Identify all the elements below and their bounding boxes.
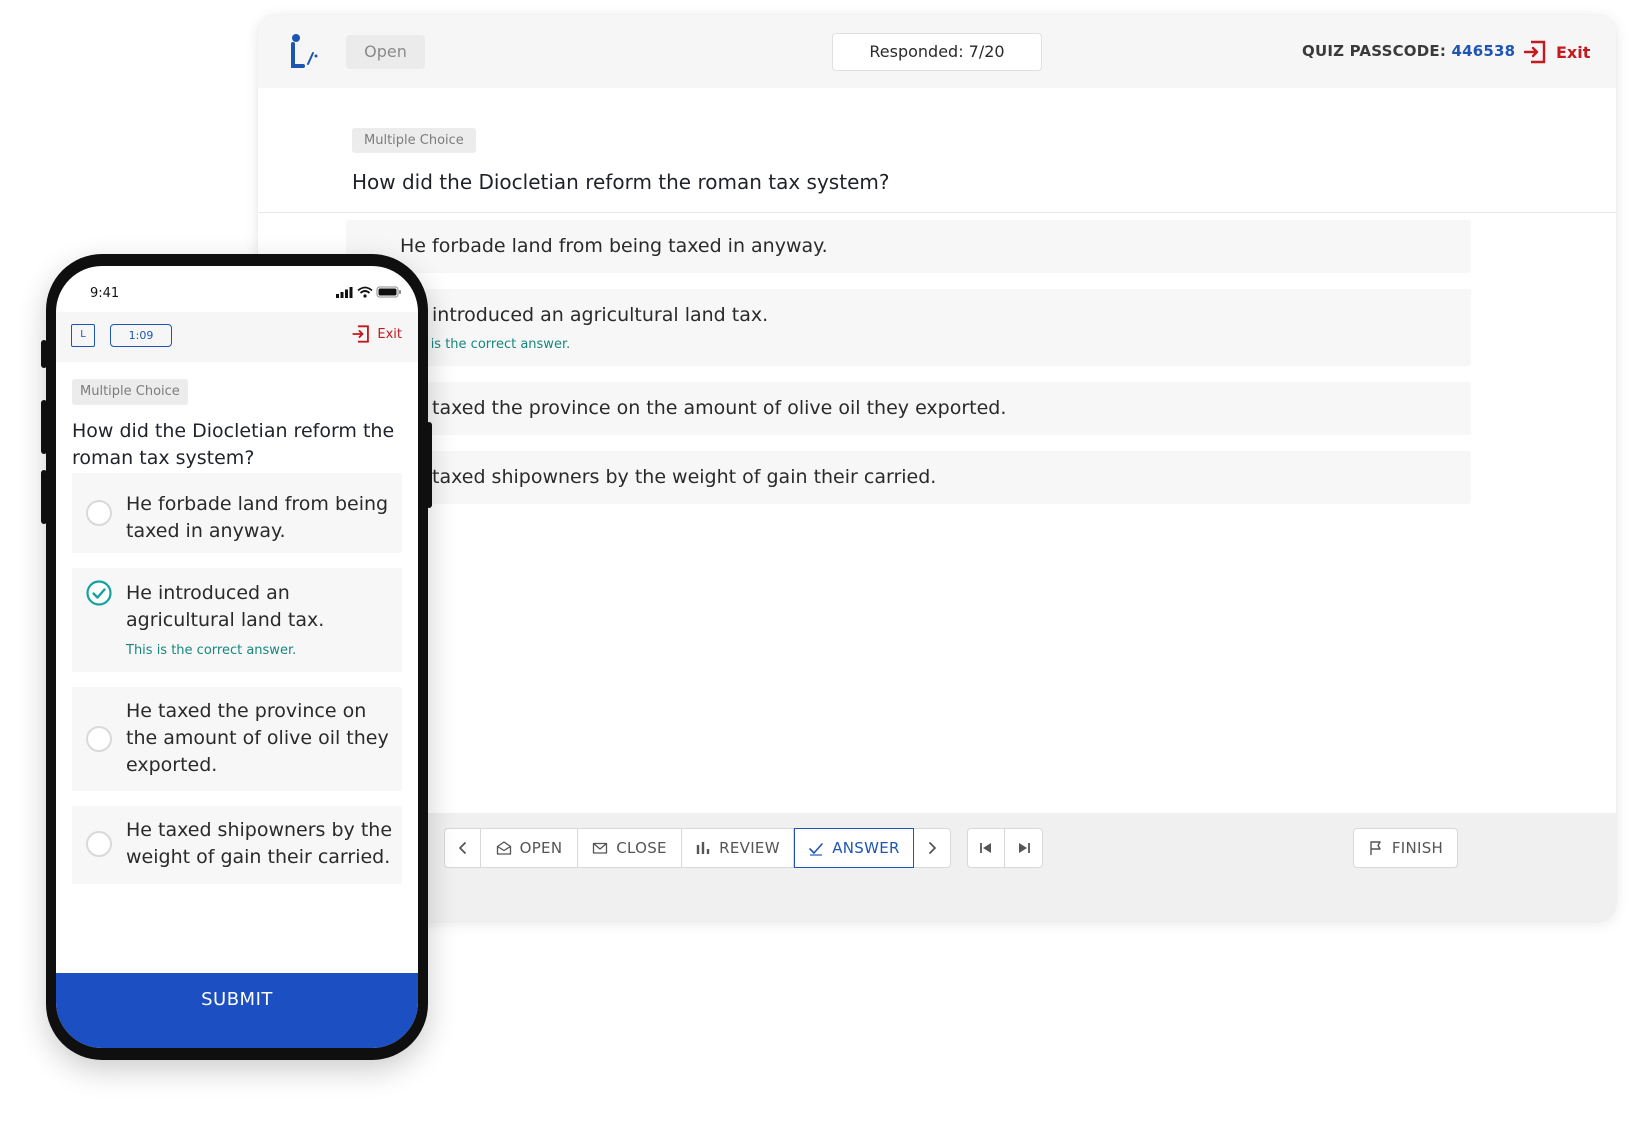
skip-last-icon xyxy=(1018,843,1030,853)
phone-choice-option-selected[interactable]: He introduced an agricultural land tax. … xyxy=(72,568,402,672)
exit-icon xyxy=(1523,40,1546,64)
phone-exit-button[interactable]: Exit xyxy=(351,324,402,344)
phone-volume-down xyxy=(41,470,47,524)
phone-correct-answer-note: This is the correct answer. xyxy=(126,643,297,658)
question-header: Multiple Choice How did the Diocletian r… xyxy=(258,88,1616,213)
answer-button[interactable]: ANSWER xyxy=(794,828,914,868)
phone-mute-switch xyxy=(41,340,47,368)
submit-button[interactable]: SUBMIT xyxy=(56,973,418,1048)
phone-choice-option[interactable]: He taxed shipowners by the weight of gai… xyxy=(72,806,402,884)
phone-volume-up xyxy=(41,400,47,454)
question-title: How did the Diocletian reform the roman … xyxy=(352,170,890,194)
close-button[interactable]: CLOSE xyxy=(578,829,682,867)
control-toolbar: OPEN CLOSE REVIEW ANSWER FINISH xyxy=(258,813,1616,921)
chevron-left-icon xyxy=(458,842,466,854)
choice-option-correct[interactable]: He introduced an agricultural land tax. … xyxy=(346,289,1471,366)
signal-icon xyxy=(336,287,353,298)
first-question-button[interactable] xyxy=(968,829,1005,867)
phone-choice-text: He introduced an agricultural land tax. xyxy=(126,582,325,631)
question-type-badge: Multiple Choice xyxy=(352,128,476,153)
radio-unchecked-icon[interactable] xyxy=(86,726,112,752)
envelope-icon xyxy=(593,842,608,854)
finish-controls: FINISH xyxy=(1353,828,1458,868)
phone-question-type-badge: Multiple Choice xyxy=(72,379,188,405)
phone-choice-option[interactable]: He taxed the province on the amount of o… xyxy=(72,687,402,791)
exit-button[interactable]: Exit xyxy=(1522,39,1590,65)
bar-chart-icon xyxy=(696,842,710,854)
passcode-label: QUIZ PASSCODE: xyxy=(1302,42,1447,60)
passcode-value: 446538 xyxy=(1451,42,1516,60)
choice-text: He taxed shipowners by the weight of gai… xyxy=(400,466,937,488)
choice-text: He introduced an agricultural land tax. xyxy=(400,304,769,326)
host-window: Open Responded: 7/20 QUIZ PASSCODE: 4465… xyxy=(258,15,1616,921)
phone-mockup: 9:41 L 1:09 Exit Multiple Choice How did… xyxy=(41,254,432,1060)
choice-option[interactable]: He taxed the province on the amount of o… xyxy=(346,382,1471,435)
quiz-passcode: QUIZ PASSCODE: 446538 xyxy=(1302,42,1515,60)
review-button[interactable]: REVIEW xyxy=(682,829,794,867)
choice-text: He forbade land from being taxed in anyw… xyxy=(400,235,828,257)
phone-status-bar: 9:41 xyxy=(56,266,418,312)
quiz-timer: 1:09 xyxy=(110,324,172,347)
close-label: CLOSE xyxy=(616,839,667,857)
open-button[interactable]: OPEN xyxy=(481,829,578,867)
top-bar: Open Responded: 7/20 QUIZ PASSCODE: 4465… xyxy=(258,15,1616,88)
app-logo-icon xyxy=(291,34,318,68)
phone-choice-text: He forbade land from being taxed in anyw… xyxy=(126,493,389,542)
chevron-right-icon xyxy=(929,842,936,854)
session-status-badge: Open xyxy=(346,35,425,69)
choice-option[interactable]: He taxed shipowners by the weight of gai… xyxy=(346,451,1471,504)
phone-screen: 9:41 L 1:09 Exit Multiple Choice How did… xyxy=(56,266,418,1048)
phone-exit-label: Exit xyxy=(377,326,402,342)
skip-first-icon xyxy=(980,843,991,853)
finish-label: FINISH xyxy=(1391,839,1444,857)
previous-question-button[interactable] xyxy=(445,829,481,867)
flag-icon xyxy=(1370,841,1381,855)
envelope-open-icon xyxy=(496,841,511,855)
phone-choice-text: He taxed the province on the amount of o… xyxy=(126,700,389,776)
choice-text: He taxed the province on the amount of o… xyxy=(400,397,1007,419)
phone-power-button xyxy=(426,422,432,508)
session-controls: OPEN CLOSE REVIEW ANSWER xyxy=(444,828,951,868)
exit-label: Exit xyxy=(1556,42,1591,62)
battery-icon xyxy=(376,286,401,298)
answer-label: ANSWER xyxy=(832,839,900,857)
jump-controls xyxy=(967,828,1043,868)
phone-choice-option[interactable]: He forbade land from being taxed in anyw… xyxy=(72,473,402,553)
next-question-button[interactable] xyxy=(914,829,950,867)
radio-checked-icon[interactable] xyxy=(86,580,112,606)
phone-question-title: How did the Diocletian reform the roman … xyxy=(72,420,395,469)
phone-quiz-bar: L 1:09 Exit xyxy=(56,312,418,362)
checkmark-icon xyxy=(809,843,824,856)
status-icons xyxy=(336,286,401,298)
last-question-button[interactable] xyxy=(1005,829,1042,867)
choice-option[interactable]: He forbade land from being taxed in anyw… xyxy=(346,220,1471,273)
radio-unchecked-icon[interactable] xyxy=(86,831,112,857)
responded-counter: Responded: 7/20 xyxy=(832,33,1042,71)
status-time: 9:41 xyxy=(90,286,120,301)
exit-icon xyxy=(352,325,370,343)
radio-unchecked-icon[interactable] xyxy=(86,500,112,526)
wifi-icon xyxy=(357,286,373,298)
finish-button[interactable]: FINISH xyxy=(1354,829,1457,867)
phone-choice-text: He taxed shipowners by the weight of gai… xyxy=(126,819,393,868)
review-label: REVIEW xyxy=(719,839,780,857)
phone-logo-icon: L xyxy=(71,324,95,347)
open-label: OPEN xyxy=(519,839,563,857)
